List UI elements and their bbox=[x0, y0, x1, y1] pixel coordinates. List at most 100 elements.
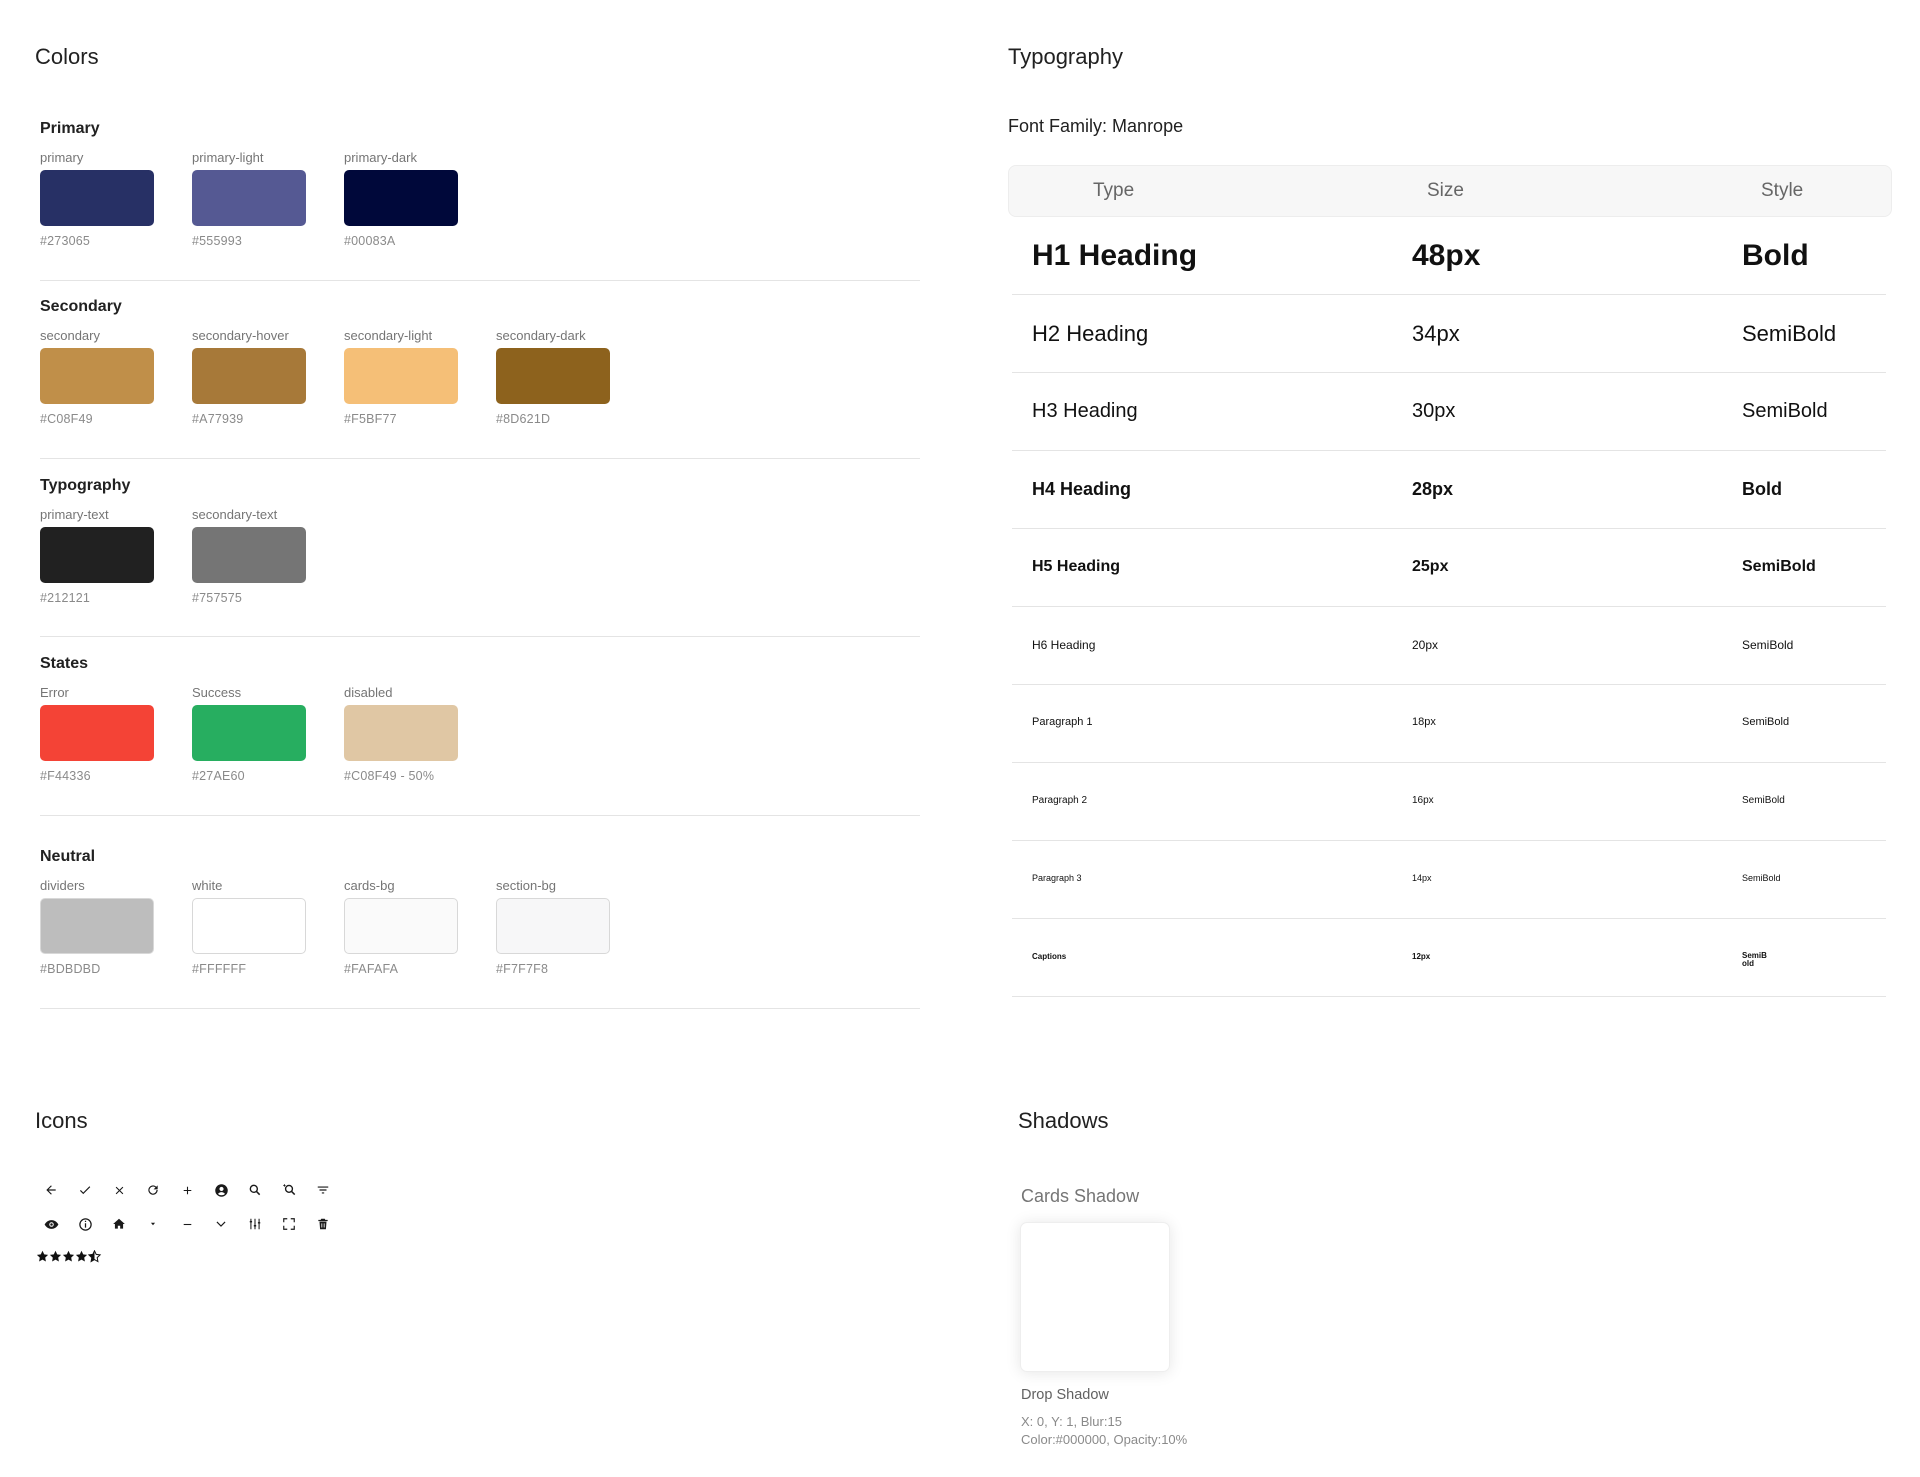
color-swatch-error: Error #F44336 bbox=[40, 685, 154, 783]
shadows-title: Shadows bbox=[1018, 1108, 1109, 1133]
color-swatch-primary-dark: primary-dark #00083A bbox=[344, 150, 458, 248]
type-style: SemiB old bbox=[1742, 951, 1767, 968]
group-divider bbox=[40, 280, 920, 281]
swatch-name: section-bg bbox=[496, 878, 556, 893]
font-family-value: Manrope bbox=[1112, 116, 1184, 136]
size-column-header: Size bbox=[1427, 180, 1464, 201]
swatch-chip bbox=[40, 527, 154, 583]
swatch-name: primary-light bbox=[192, 150, 264, 165]
type-size: 48px bbox=[1412, 239, 1481, 272]
type-style: Bold bbox=[1742, 239, 1809, 272]
fullscreen-icon bbox=[272, 1212, 306, 1236]
icon-row-2 bbox=[34, 1212, 340, 1236]
group-divider bbox=[40, 636, 920, 637]
color-swatch-primary-light: primary-light #555993 bbox=[192, 150, 306, 248]
sliders-icon bbox=[238, 1212, 272, 1236]
swatch-hex: #00083A bbox=[344, 234, 396, 248]
account-circle-icon bbox=[204, 1178, 238, 1202]
type-name: H3 Heading bbox=[1032, 400, 1138, 422]
swatch-name: Error bbox=[40, 685, 69, 700]
star-rating-icon bbox=[36, 1250, 101, 1262]
type-row: Paragraph 2 16px SemiBold bbox=[1012, 763, 1886, 841]
swatch-chip bbox=[192, 170, 306, 226]
color-swatch-secondary: secondary #C08F49 bbox=[40, 328, 154, 426]
type-style: SemiBold bbox=[1742, 795, 1785, 806]
drop-shadow-params: X: 0, Y: 1, Blur:15 bbox=[1021, 1414, 1122, 1429]
filter-icon bbox=[306, 1178, 340, 1202]
eye-icon bbox=[34, 1212, 68, 1236]
swatch-chip bbox=[192, 527, 306, 583]
type-style: SemiBold bbox=[1742, 873, 1781, 883]
swatch-chip bbox=[40, 898, 154, 954]
swatch-hex: #A77939 bbox=[192, 412, 244, 426]
type-style: Bold bbox=[1742, 479, 1782, 499]
swatch-hex: #BDBDBD bbox=[40, 962, 101, 976]
icon-row-1 bbox=[34, 1178, 340, 1202]
swatch-name: primary-dark bbox=[344, 150, 417, 165]
type-name: H1 Heading bbox=[1032, 239, 1198, 272]
color-swatch-dividers: dividers #BDBDBD bbox=[40, 878, 154, 976]
type-row: H1 Heading 48px Bold bbox=[1012, 217, 1886, 295]
type-name: Paragraph 1 bbox=[1032, 716, 1093, 728]
color-swatch-white: white #FFFFFF bbox=[192, 878, 306, 976]
type-size: 14px bbox=[1412, 873, 1432, 883]
close-icon bbox=[102, 1178, 136, 1202]
swatch-name: secondary-light bbox=[344, 328, 433, 343]
swatch-name: Success bbox=[192, 685, 242, 700]
swatch-chip bbox=[344, 170, 458, 226]
swatch-hex: #FAFAFA bbox=[344, 962, 399, 976]
drop-shadow-label: Drop Shadow bbox=[1021, 1387, 1109, 1403]
swatch-hex: #212121 bbox=[40, 591, 91, 605]
swatch-chip bbox=[192, 898, 306, 954]
style-column-header: Style bbox=[1761, 180, 1804, 201]
color-group-typography: Typography primary-text #212121 secondary-t… bbox=[40, 477, 920, 605]
type-size: 25px bbox=[1412, 558, 1449, 575]
swatch-name: secondary bbox=[40, 328, 100, 343]
swatch-chip bbox=[192, 705, 306, 761]
type-row: Paragraph 3 14px SemiBold bbox=[1012, 841, 1886, 919]
type-style: SemiBold bbox=[1742, 716, 1790, 728]
cards-shadow-label: Cards Shadow bbox=[1021, 1186, 1140, 1206]
color-group-secondary: Secondary secondary #C08F49 secondary-hover… bbox=[40, 298, 920, 426]
type-row: Paragraph 1 18px SemiBold bbox=[1012, 685, 1886, 763]
type-name: Paragraph 2 bbox=[1032, 795, 1088, 806]
swatch-row: primary #273065 primary-light #555993 primar… bbox=[40, 150, 920, 248]
type-row: H3 Heading 30px SemiBold bbox=[1012, 373, 1886, 451]
star-rating bbox=[36, 1250, 102, 1267]
color-swatch-secondary-dark: secondary-dark #8D621D bbox=[496, 328, 610, 426]
swatch-chip bbox=[344, 348, 458, 404]
trash-icon bbox=[306, 1212, 340, 1236]
color-group-primary: Primary primary #273065 primary-light #55599… bbox=[40, 120, 920, 248]
color-swatch-disabled: disabled #C08F49 - 50% bbox=[344, 685, 458, 783]
swatch-name: white bbox=[192, 878, 223, 893]
type-style: SemiBold bbox=[1742, 638, 1794, 652]
swatch-name: disabled bbox=[344, 685, 393, 700]
plus-icon bbox=[170, 1178, 204, 1202]
chevron-down-icon bbox=[204, 1212, 238, 1236]
info-icon bbox=[68, 1212, 102, 1236]
swatch-name: primary-text bbox=[40, 507, 109, 522]
group-divider bbox=[40, 1008, 920, 1009]
type-size: 16px bbox=[1412, 795, 1434, 806]
swatch-chip bbox=[40, 170, 154, 226]
swatch-hex: #FFFFFF bbox=[192, 962, 247, 976]
zoom-in-icon bbox=[272, 1178, 306, 1202]
swatch-row: secondary #C08F49 secondary-hover #A77939 se… bbox=[40, 328, 920, 426]
icons-title: Icons bbox=[35, 1108, 88, 1133]
type-size: 28px bbox=[1412, 479, 1454, 499]
swatch-hex: #555993 bbox=[192, 234, 243, 248]
swatch-name: secondary-text bbox=[192, 507, 278, 522]
swatch-hex: #757575 bbox=[192, 591, 243, 605]
color-swatch-primary-text: primary-text #212121 bbox=[40, 507, 154, 605]
swatch-name: cards-bg bbox=[344, 878, 395, 893]
swatch-row: primary-text #212121 secondary-text #757575 bbox=[40, 507, 920, 605]
shadow-sample-card bbox=[1020, 1222, 1170, 1372]
type-row: H6 Heading 20px SemiBold bbox=[1012, 607, 1886, 685]
type-size: 34px bbox=[1412, 321, 1460, 346]
type-name: H2 Heading bbox=[1032, 321, 1149, 346]
color-group-title: Primary bbox=[40, 120, 100, 137]
swatch-hex: #8D621D bbox=[496, 412, 551, 426]
swatch-hex: #273065 bbox=[40, 234, 91, 248]
color-swatch-section-bg: section-bg #F7F7F8 bbox=[496, 878, 610, 976]
type-size: 20px bbox=[1412, 638, 1439, 652]
